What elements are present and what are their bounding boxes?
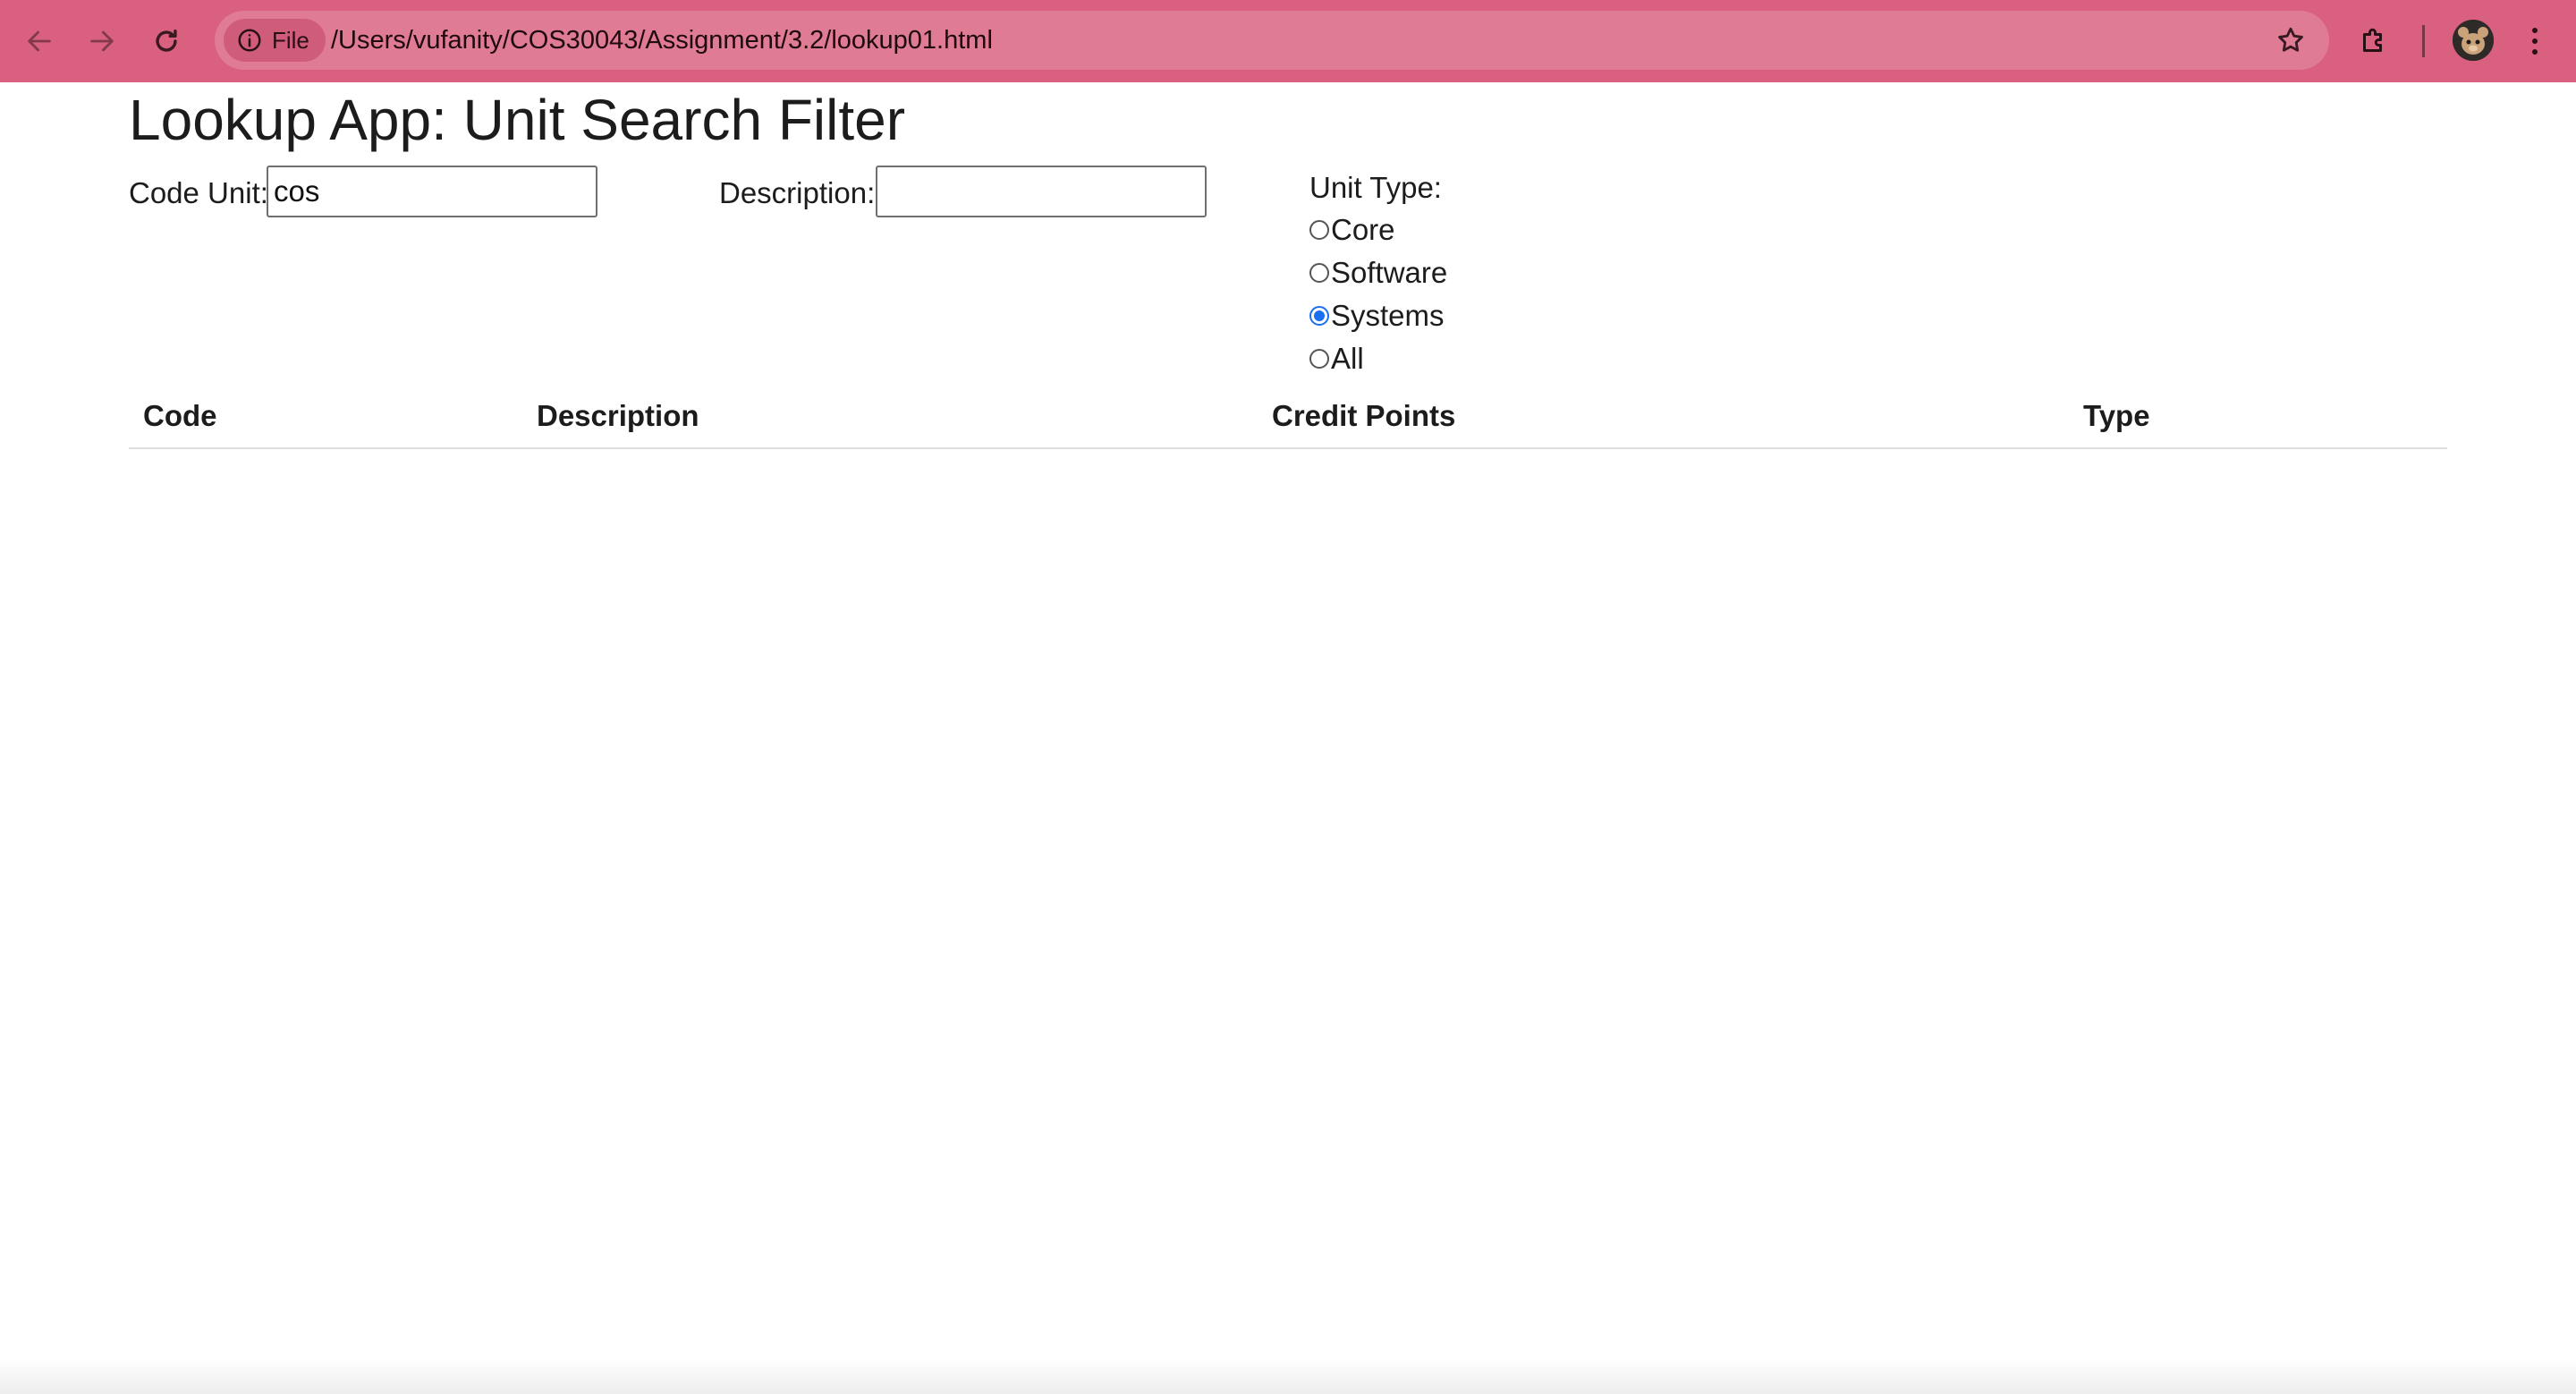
star-icon [2278, 27, 2303, 52]
avatar-icon [2453, 20, 2494, 61]
site-chip-label: File [272, 26, 309, 54]
more-vertical-icon [2532, 28, 2538, 55]
forward-button[interactable] [77, 16, 127, 66]
radio-systems-label: Systems [1331, 299, 1445, 332]
radio-option-software[interactable]: Software [1309, 255, 1447, 291]
radio-systems[interactable] [1309, 306, 1329, 326]
radio-core-label: Core [1331, 213, 1395, 246]
radio-option-core[interactable]: Core [1309, 212, 1395, 248]
arrow-right-icon [90, 30, 114, 52]
reload-button[interactable] [141, 16, 191, 66]
radio-software[interactable] [1309, 263, 1329, 283]
browser-menu-button[interactable] [2517, 18, 2553, 64]
info-icon [238, 29, 261, 52]
radio-all[interactable] [1309, 349, 1329, 369]
radio-core[interactable] [1309, 220, 1329, 240]
extensions-button[interactable] [2351, 18, 2397, 64]
radio-all-label: All [1331, 342, 1364, 375]
page-bottom-shadow [0, 1358, 2576, 1394]
site-info-chip[interactable]: File [224, 19, 326, 62]
back-button[interactable] [14, 16, 64, 66]
description-label: Description: [719, 176, 876, 209]
column-header-description: Description [522, 392, 1258, 449]
description-input[interactable] [876, 166, 1207, 217]
radio-option-all[interactable]: All [1309, 341, 1364, 377]
table-header-row: Code Description Credit Points Type [129, 392, 2447, 449]
radio-software-label: Software [1331, 256, 1448, 289]
column-header-credit-points: Credit Points [1258, 392, 2069, 449]
column-header-code: Code [129, 392, 522, 449]
url-text[interactable]: /Users/vufanity/COS30043/Assignment/3.2/… [331, 11, 993, 70]
profile-avatar[interactable] [2453, 20, 2494, 61]
unit-type-label: Unit Type: [1309, 171, 1442, 204]
code-unit-input[interactable] [267, 166, 597, 217]
puzzle-icon [2363, 28, 2382, 52]
results-table: Code Description Credit Points Type [129, 392, 2447, 449]
page-content: Lookup App: Unit Search Filter Code Unit… [0, 82, 2576, 1394]
code-unit-label: Code Unit: [129, 176, 268, 209]
reload-icon [156, 29, 177, 52]
arrow-left-icon [28, 30, 51, 52]
bookmark-button[interactable] [2270, 20, 2311, 61]
toolbar-divider [2422, 25, 2425, 57]
radio-option-systems[interactable]: Systems [1309, 298, 1445, 334]
column-header-type: Type [2069, 392, 2447, 449]
address-bar[interactable]: File /Users/vufanity/COS30043/Assignment… [215, 11, 2329, 70]
page-title: Lookup App: Unit Search Filter [129, 88, 906, 152]
browser-toolbar: File /Users/vufanity/COS30043/Assignment… [0, 0, 2576, 82]
